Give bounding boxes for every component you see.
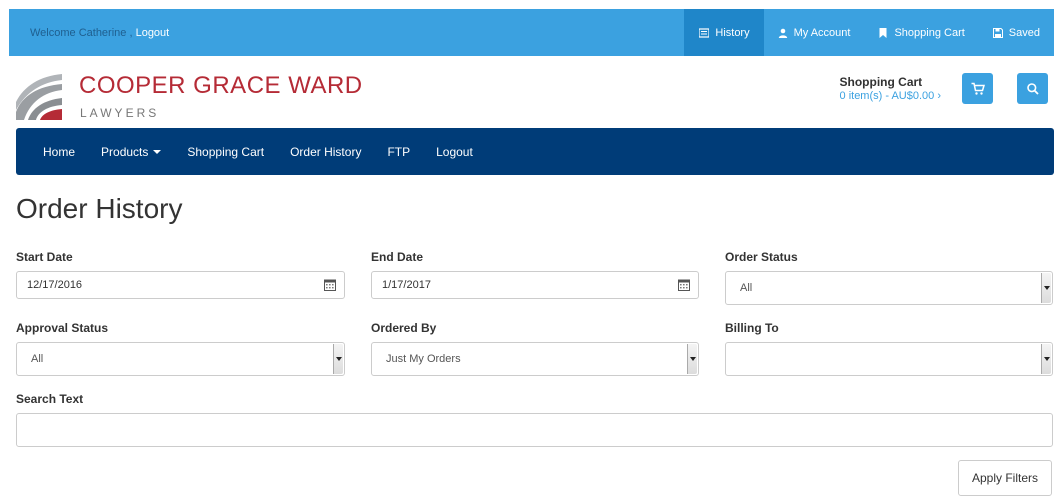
order-status-select[interactable]: All bbox=[725, 271, 1053, 305]
save-icon bbox=[992, 27, 1003, 38]
top-nav-my-account-label: My Account bbox=[793, 26, 851, 39]
nav-order-history[interactable]: Order History bbox=[277, 145, 374, 159]
page: Welcome Catherine , Logout History My Ac… bbox=[0, 0, 1063, 496]
ordered-by-label: Ordered By bbox=[371, 321, 437, 335]
user-icon bbox=[778, 28, 787, 38]
bookmark-icon bbox=[879, 27, 887, 38]
caret-down-icon bbox=[153, 149, 162, 154]
top-nav-saved-label: Saved bbox=[1008, 26, 1040, 39]
logo-subtitle: LAWYERS bbox=[80, 106, 160, 120]
search-text-input[interactable] bbox=[16, 413, 1053, 447]
nav-products[interactable]: Products bbox=[88, 145, 174, 159]
approval-status-label: Approval Status bbox=[16, 321, 109, 335]
start-date-input[interactable]: 12/17/2016 bbox=[16, 271, 345, 299]
logo-title[interactable]: COOPER GRACE WARD bbox=[79, 72, 363, 100]
end-date-field: End Date 1/17/2017 bbox=[371, 250, 699, 299]
approval-status-field: Approval Status All bbox=[16, 321, 345, 376]
top-nav-saved[interactable]: Saved bbox=[979, 9, 1054, 56]
ordered-by-select[interactable]: Just My Orders bbox=[371, 342, 699, 376]
top-nav-history-label: History bbox=[715, 26, 750, 39]
calendar-icon[interactable] bbox=[678, 279, 690, 291]
dropdown-arrow-icon bbox=[1041, 344, 1051, 374]
order-status-label: Order Status bbox=[725, 250, 798, 264]
logo-mark-icon[interactable] bbox=[16, 72, 64, 120]
top-nav: History My Account Shopping Cart Saved bbox=[684, 9, 1054, 56]
billing-to-field: Billing To bbox=[725, 321, 1053, 376]
search-button[interactable] bbox=[1017, 73, 1048, 104]
cart-icon bbox=[971, 82, 985, 95]
site-header: COOPER GRACE WARD LAWYERS Shopping Cart … bbox=[16, 66, 1054, 122]
dropdown-arrow-icon bbox=[333, 344, 343, 374]
nav-logout[interactable]: Logout bbox=[423, 145, 486, 159]
dropdown-arrow-icon bbox=[687, 344, 697, 374]
order-status-field: Order Status All bbox=[725, 250, 1053, 305]
billing-to-label: Billing To bbox=[725, 321, 779, 335]
top-logout-link[interactable]: Logout bbox=[136, 27, 170, 39]
top-utility-bar: Welcome Catherine , Logout History My Ac… bbox=[9, 9, 1054, 56]
page-title: Order History bbox=[16, 193, 183, 224]
calendar-icon[interactable] bbox=[324, 279, 336, 291]
cart-summary: Shopping Cart 0 item(s) - AU$0.00 › bbox=[840, 75, 941, 102]
ordered-by-value: Just My Orders bbox=[386, 353, 461, 365]
top-nav-history[interactable]: History bbox=[684, 9, 764, 56]
billing-to-select[interactable] bbox=[725, 342, 1053, 376]
end-date-value: 1/17/2017 bbox=[382, 279, 431, 291]
nav-home[interactable]: Home bbox=[30, 145, 88, 159]
welcome-text: Welcome Catherine , bbox=[30, 26, 133, 39]
cart-summary-title: Shopping Cart bbox=[839, 75, 923, 89]
main-nav: Home Products Shopping Cart Order Histor… bbox=[16, 128, 1054, 175]
start-date-value: 12/17/2016 bbox=[27, 279, 83, 291]
cart-summary-link[interactable]: 0 item(s) - AU$0.00 › bbox=[840, 90, 941, 102]
top-nav-my-account[interactable]: My Account bbox=[764, 9, 865, 56]
ordered-by-field: Ordered By Just My Orders bbox=[371, 321, 699, 376]
search-text-label: Search Text bbox=[16, 392, 84, 406]
nav-shopping-cart[interactable]: Shopping Cart bbox=[174, 145, 277, 159]
cart-button[interactable] bbox=[962, 73, 993, 104]
welcome-message: Welcome Catherine , Logout bbox=[9, 27, 169, 39]
dropdown-arrow-icon bbox=[1041, 273, 1051, 303]
start-date-label: Start Date bbox=[16, 250, 73, 264]
nav-products-label: Products bbox=[101, 144, 149, 159]
order-status-value: All bbox=[740, 282, 753, 294]
list-icon bbox=[699, 27, 710, 38]
search-icon bbox=[1026, 82, 1039, 95]
top-nav-shopping-cart-label: Shopping Cart bbox=[894, 26, 965, 39]
end-date-label: End Date bbox=[371, 250, 424, 264]
approval-status-value: All bbox=[31, 353, 44, 365]
nav-ftp[interactable]: FTP bbox=[374, 145, 423, 159]
approval-status-select[interactable]: All bbox=[16, 342, 345, 376]
top-nav-shopping-cart[interactable]: Shopping Cart bbox=[864, 9, 978, 56]
start-date-field: Start Date 12/17/2016 bbox=[16, 250, 345, 299]
search-text-field: Search Text bbox=[16, 392, 1053, 447]
end-date-input[interactable]: 1/17/2017 bbox=[371, 271, 699, 299]
